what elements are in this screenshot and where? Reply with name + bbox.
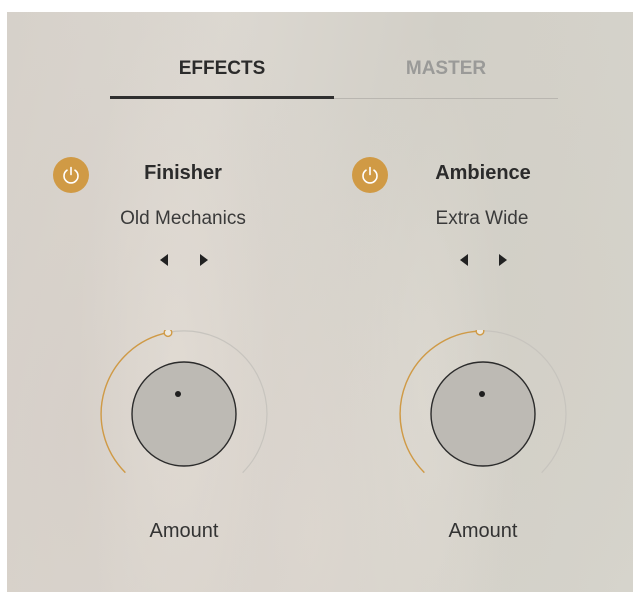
finisher-preset-name: Old Mechanics — [120, 208, 246, 229]
ambience-knob-label: Amount — [448, 520, 518, 542]
effects-panel: EFFECTS MASTER Finisher Old Mechanics Am… — [7, 12, 633, 592]
knob-value-marker — [163, 330, 173, 338]
knob-pointer-dot — [175, 391, 181, 397]
knob-pointer-dot — [479, 391, 485, 397]
ambience-preset-name: Extra Wide — [435, 208, 529, 229]
finisher-amount-knob[interactable] — [100, 330, 268, 498]
tab-effects[interactable]: EFFECTS — [110, 58, 334, 88]
finisher-title: Finisher — [144, 162, 222, 184]
finisher-next-preset-button[interactable] — [193, 249, 215, 271]
triangle-right-icon — [200, 254, 208, 266]
ambience-title: Ambience — [435, 162, 531, 184]
knob-face — [131, 361, 237, 467]
finisher-prev-preset-button[interactable] — [153, 249, 175, 271]
power-icon — [63, 166, 79, 184]
knob-face — [430, 361, 536, 467]
power-icon — [362, 166, 378, 184]
tab-master[interactable]: MASTER — [334, 58, 558, 88]
triangle-left-icon — [460, 254, 468, 266]
finisher-knob-label: Amount — [149, 520, 219, 542]
triangle-right-icon — [499, 254, 507, 266]
knob-value-marker — [475, 330, 485, 336]
triangle-left-icon — [160, 254, 168, 266]
ambience-next-preset-button[interactable] — [492, 249, 514, 271]
ambience-amount-knob[interactable] — [399, 330, 567, 498]
active-tab-indicator — [110, 96, 334, 99]
ambience-prev-preset-button[interactable] — [453, 249, 475, 271]
